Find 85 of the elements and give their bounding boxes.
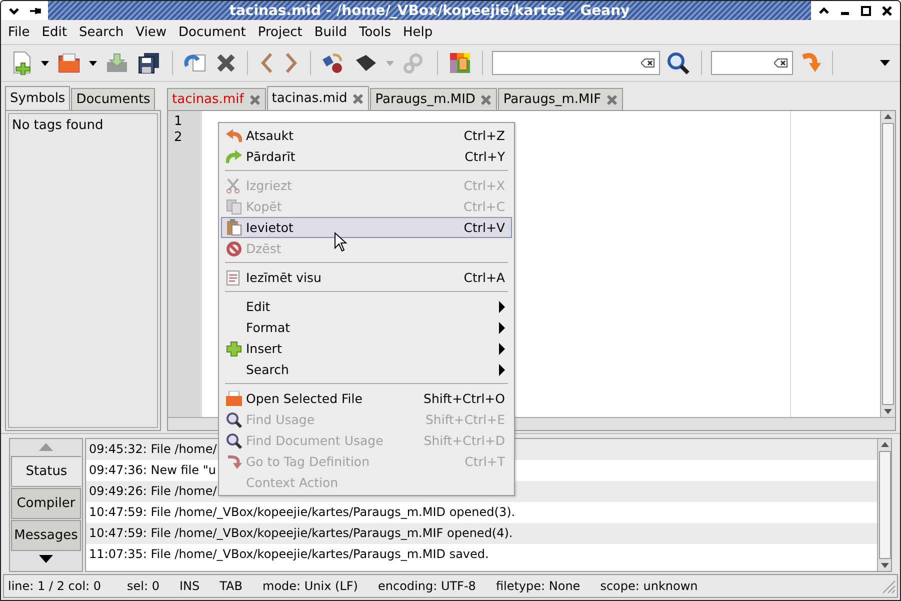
log-line: 11:07:35: File /home/_VBox/kopeejie/kartes/Paraugs_m.MID saved. (89, 547, 489, 561)
status-field: sel: 0 (127, 579, 180, 593)
clear-icon[interactable] (641, 58, 655, 68)
color-picker-icon[interactable] (447, 50, 473, 76)
pin-icon (29, 6, 41, 14)
menu-item[interactable]: Pārdarīt Ctrl+Y (221, 146, 512, 167)
folder-icon (226, 391, 242, 406)
menu-item[interactable]: Insert (221, 338, 512, 359)
menu-item[interactable]: View (134, 24, 168, 40)
undo-icon (226, 128, 242, 142)
clipboard-icon (226, 219, 242, 236)
resize-grip-icon[interactable] (880, 578, 896, 594)
document-tab[interactable]: tacinas.mif (167, 88, 266, 110)
menu-item[interactable]: Format (221, 317, 512, 338)
caret-icon[interactable] (87, 60, 99, 66)
overflow-caret-icon[interactable] (878, 58, 892, 68)
menu-item[interactable]: Iezīmēt visu Ctrl+A (221, 267, 512, 288)
arrow-icon (226, 454, 242, 470)
menu-item[interactable]: Atsaukt Ctrl+Z (221, 125, 512, 146)
status-field: TAB (220, 579, 262, 593)
window-title: tacinas.mid - /home/_VBox/kopeejie/kartes - Geany (228, 2, 631, 18)
redo-icon (226, 150, 242, 164)
log-line: 09:47:36: New file "u (89, 463, 216, 477)
document-tab[interactable]: Paraugs_m.MIF (498, 88, 624, 110)
copy-icon (226, 198, 242, 214)
status-field: mode: Unix (LF) (262, 579, 378, 593)
scroll-up-icon[interactable] (884, 114, 892, 119)
scroll-down-icon[interactable] (39, 555, 53, 563)
document-tab[interactable]: Paraugs_m.MID (370, 88, 498, 110)
line-number: 1 (174, 114, 184, 130)
log-line: 09:49:26: File /home/ (89, 484, 217, 498)
submenu-arrow-icon (499, 300, 505, 312)
menu-item[interactable]: Tools (358, 24, 392, 40)
status-field: line: 1 / 2 col: 0 (8, 579, 128, 593)
menu-item[interactable]: File (7, 24, 31, 40)
status-field: encoding: UTF-8 (378, 579, 496, 593)
magnifier-icon (226, 432, 242, 448)
sidebar-tab[interactable]: Symbols (5, 86, 70, 110)
empty-message: No tags found (8, 113, 158, 428)
log-line: 10:47:59: File /home/_VBox/kopeejie/kartes/Paraugs_m.MIF opened(4). (89, 526, 513, 540)
mouse-cursor-icon (334, 232, 348, 252)
line-number-field[interactable] (711, 51, 793, 75)
line-number: 2 (174, 130, 184, 146)
close-icon[interactable] (606, 94, 618, 106)
maximize-icon (861, 6, 871, 16)
submenu-arrow-icon (499, 364, 505, 376)
vertical-scrollbar[interactable] (877, 439, 891, 571)
menu-item[interactable]: Search (221, 359, 512, 380)
document-icon (226, 270, 240, 286)
plus-icon (226, 340, 242, 356)
vertical-scrollbar[interactable] (880, 111, 895, 417)
sidebar-tab[interactable]: Documents (71, 88, 156, 110)
close-icon[interactable] (352, 92, 364, 104)
status-field: INS (180, 579, 220, 593)
menu-item[interactable]: Document (177, 24, 247, 40)
status-field: filetype: None (496, 579, 600, 593)
scissors-icon (226, 178, 240, 194)
menu-item[interactable]: Search (78, 24, 125, 40)
message-tab[interactable]: Status (11, 456, 81, 487)
status-field: scope: unknown (600, 579, 718, 593)
search-field[interactable] (492, 51, 660, 75)
menu-item[interactable]: Edit (221, 296, 512, 317)
log-line: 09:45:32: File /home/ (89, 442, 217, 456)
menu-item[interactable]: Edit (40, 24, 68, 40)
scroll-up-icon[interactable] (880, 442, 888, 447)
submenu-arrow-icon (499, 322, 505, 334)
document-tab[interactable]: tacinas.mid (266, 86, 370, 110)
log-line: 10:47:59: File /home/_VBox/kopeejie/kartes/Paraugs_m.MID opened(3). (89, 505, 516, 519)
magnifier-icon (226, 412, 242, 428)
close-icon[interactable] (480, 94, 492, 106)
submenu-arrow-icon (499, 342, 505, 354)
message-tab[interactable]: Messages (11, 520, 81, 551)
message-tab[interactable]: Compiler (11, 488, 81, 519)
chevron-down-icon (9, 6, 19, 14)
close-icon[interactable] (248, 94, 261, 106)
clear-icon[interactable] (774, 58, 788, 68)
menu-item[interactable]: Open Selected File Shift+Ctrl+O (221, 388, 512, 409)
caret-icon[interactable] (39, 60, 51, 66)
menu-item[interactable]: Ievietot Ctrl+V (221, 217, 512, 238)
prohibited-icon (226, 240, 242, 256)
menu-item[interactable]: Help (402, 24, 434, 40)
menu-item[interactable]: Build (313, 24, 348, 40)
chevron-up-icon (819, 6, 829, 14)
close-icon (882, 6, 892, 16)
menu-item[interactable]: Project (256, 24, 304, 40)
